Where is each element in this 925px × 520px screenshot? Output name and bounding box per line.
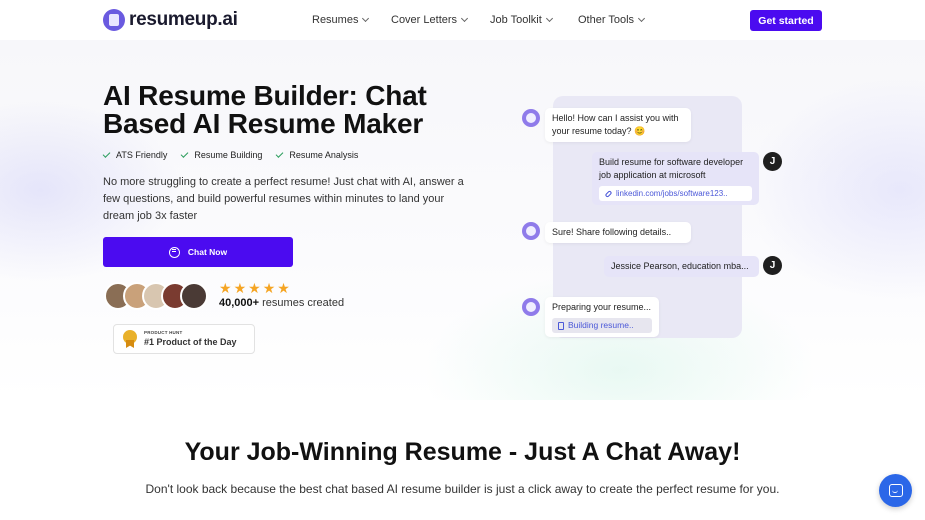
chat-message-text: Sure! Share following details.. (552, 227, 672, 237)
avatar (180, 282, 208, 310)
star-icon: ★ (233, 280, 247, 296)
link-icon (604, 189, 613, 198)
medal-icon (123, 330, 137, 348)
nav-item-other-tools[interactable]: Other Tools (578, 14, 646, 26)
check-icon (180, 150, 189, 158)
feature-item: Resume Analysis (276, 150, 358, 160)
top-nav: resumeup.ai Resumes Cover Letters Job To… (0, 0, 925, 40)
bot-avatar-icon (522, 109, 540, 127)
chevron-down-icon (638, 14, 646, 23)
user-avatar-letter: J (769, 260, 776, 271)
building-status-text: Building resume.. (568, 320, 634, 330)
nav-item-job-toolkit[interactable]: Job Toolkit (490, 14, 553, 26)
feature-item: ATS Friendly (102, 150, 168, 160)
user-avatar-letter: J (769, 156, 776, 167)
job-link-text: linkedin.com/jobs/software123.. (616, 189, 728, 198)
building-status: Building resume.. (552, 318, 652, 333)
section-subheading: Don't look back because the best chat ba… (145, 482, 780, 496)
chat-message-text: Hello! How can I assist you with your re… (552, 113, 679, 136)
chevron-down-icon (460, 14, 469, 23)
product-hunt-badge[interactable]: PRODUCT HUNT #1 Product of the Day (113, 324, 255, 354)
bot-avatar-icon (522, 298, 540, 316)
chat-message-user: Jessice Pearson, education mba... (604, 256, 759, 277)
page-title: AI Resume Builder: Chat Based AI Resume … (103, 80, 427, 139)
logo[interactable]: resumeup.ai (103, 9, 238, 31)
resumes-count-label: resumes created (262, 297, 345, 309)
feature-label: Resume Building (194, 150, 263, 160)
job-link[interactable]: linkedin.com/jobs/software123.. (599, 186, 752, 201)
nav-label: Job Toolkit (490, 14, 542, 26)
nav-label: Cover Letters (391, 14, 458, 26)
chat-message-text: Preparing your resume... (552, 302, 652, 312)
logo-icon (103, 9, 125, 31)
chat-now-label: Chat Now (187, 247, 228, 257)
star-icon: ★ (262, 280, 276, 296)
document-icon (558, 321, 564, 330)
chat-message-bot: Hello! How can I assist you with your re… (545, 108, 691, 142)
hero-description: No more struggling to create a perfect r… (103, 176, 464, 222)
badge-title: #1 Product of the Day (144, 336, 237, 347)
star-icon: ★ (248, 280, 261, 296)
chat-message-bot: Sure! Share following details.. (545, 222, 691, 243)
feature-item: Resume Building (180, 150, 263, 160)
feature-label: ATS Friendly (116, 150, 168, 160)
chat-message-bot: Preparing your resume... Building resume… (545, 297, 659, 337)
chat-message-user: Build resume for software developer job … (592, 152, 759, 205)
bot-avatar-icon (522, 222, 540, 240)
chat-message-text: Jessice Pearson, education mba... (611, 261, 749, 271)
rating-stars: ★ ★ ★ ★ ★ (219, 281, 290, 295)
nav-item-resumes[interactable]: Resumes (312, 14, 370, 26)
star-icon: ★ (219, 280, 232, 296)
feature-list: ATS Friendly Resume Building Resume Anal… (102, 150, 358, 160)
nav-item-cover-letters[interactable]: Cover Letters (391, 14, 469, 26)
nav-label: Other Tools (578, 14, 635, 26)
chevron-down-icon (362, 14, 370, 23)
get-started-button[interactable]: Get started (750, 10, 822, 31)
chat-message-text: Build resume for software developer job … (599, 157, 744, 180)
chat-bubble-icon (168, 246, 180, 258)
user-avatar: J (763, 152, 782, 171)
nav-label: Resumes (312, 14, 359, 26)
feature-label: Resume Analysis (289, 150, 359, 160)
resumes-count: 40,000+ resumes created (219, 297, 344, 309)
section-heading: Your Job-Winning Resume - Just A Chat Aw… (184, 438, 741, 466)
chat-now-button[interactable]: Chat Now (103, 237, 293, 267)
chat-support-button[interactable] (879, 474, 912, 507)
user-avatar-group (104, 282, 214, 312)
resumes-count-number: 40,000+ (219, 297, 260, 309)
check-icon (276, 150, 284, 158)
logo-text: resumeup.ai (129, 9, 238, 30)
user-avatar: J (763, 256, 782, 275)
star-icon: ★ (277, 280, 290, 296)
chat-support-icon (888, 484, 903, 497)
chevron-down-icon (545, 14, 553, 23)
check-icon (102, 150, 111, 158)
badge-small-text: PRODUCT HUNT (144, 330, 183, 336)
